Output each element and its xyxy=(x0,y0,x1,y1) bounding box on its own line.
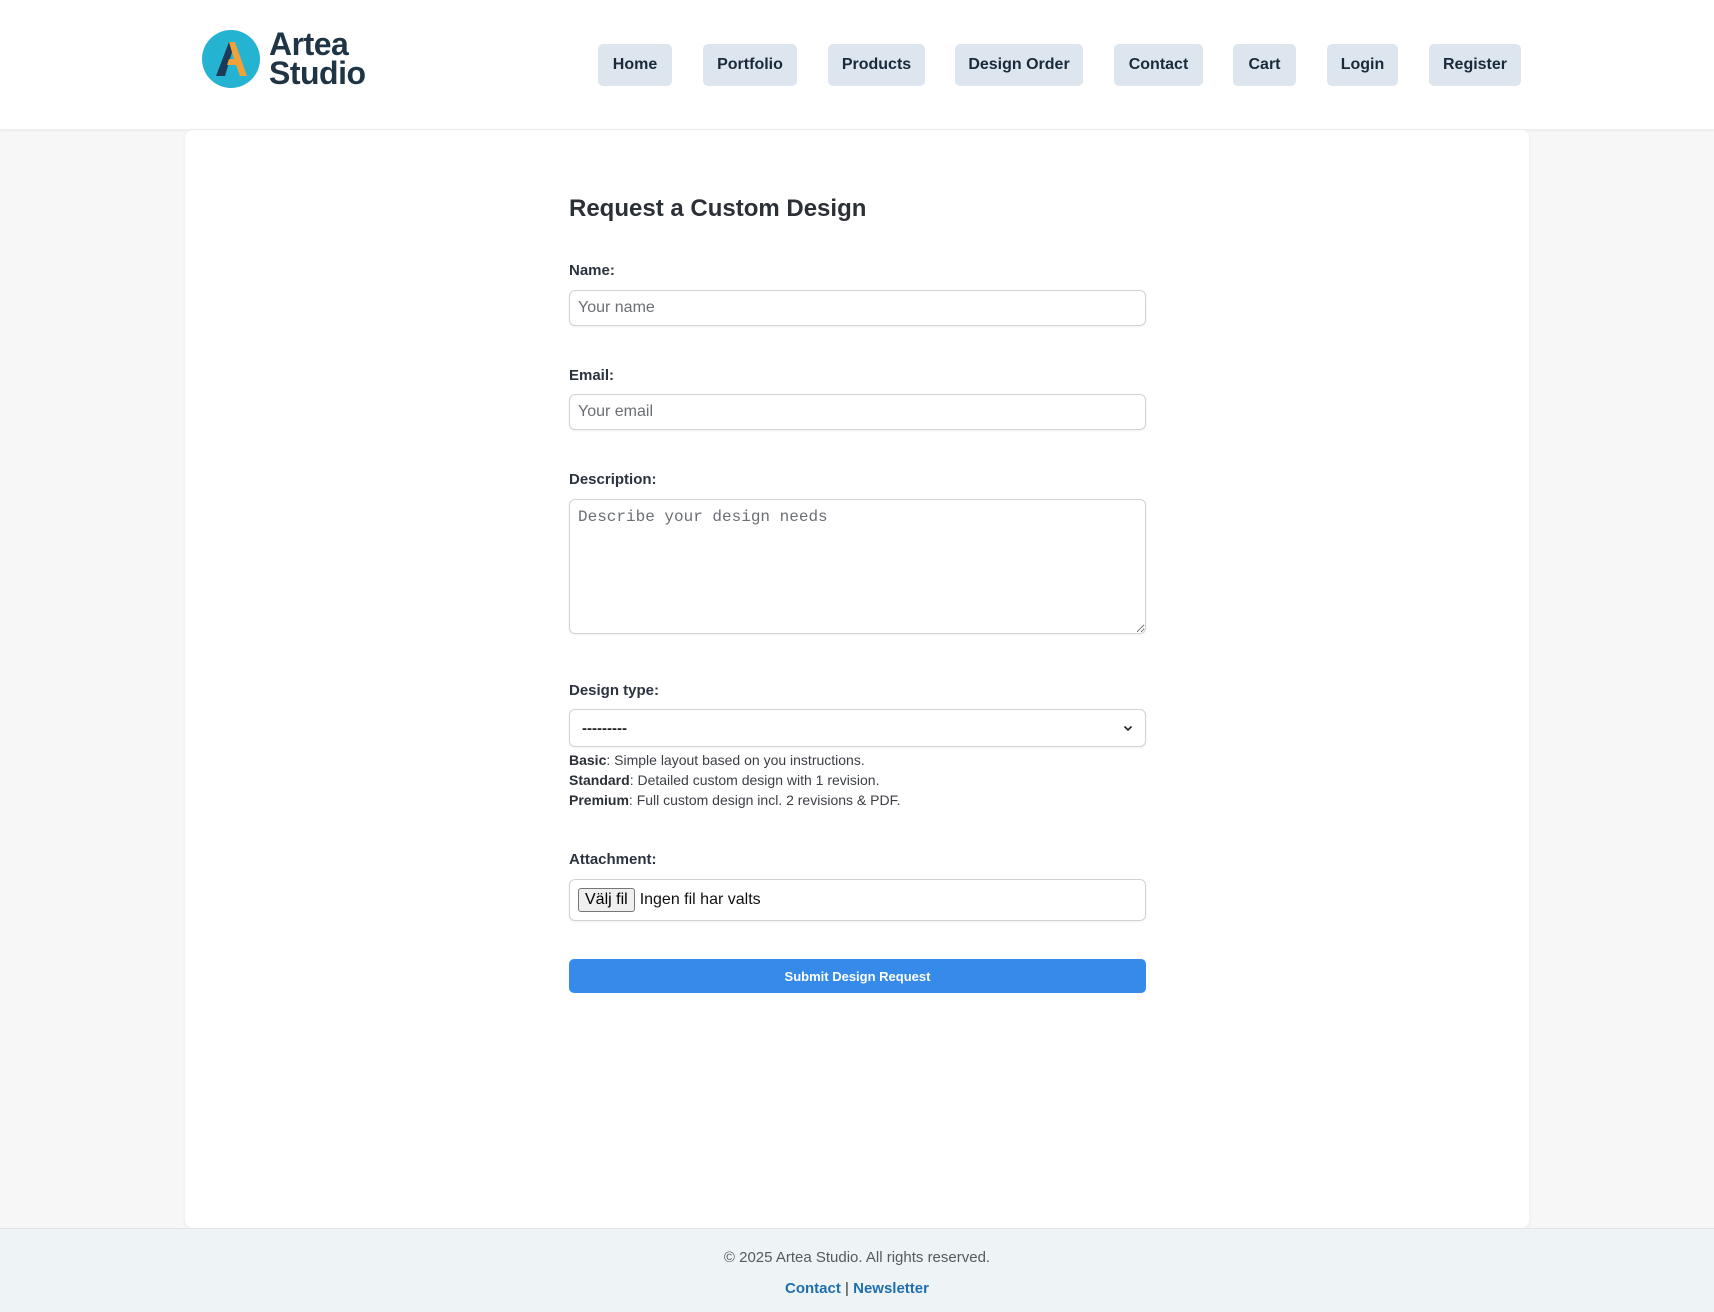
design-type-selected-value: --------- xyxy=(582,719,627,737)
design-type-help: Basic: Simple layout based on you instru… xyxy=(569,750,900,810)
nav-contact[interactable]: Contact xyxy=(1114,44,1203,86)
nav-products[interactable]: Products xyxy=(828,44,925,86)
submit-design-request-button[interactable]: Submit Design Request xyxy=(569,959,1146,993)
footer-links: Contact | Newsletter xyxy=(0,1280,1714,1297)
footer-separator: | xyxy=(845,1280,849,1297)
chevron-down-icon xyxy=(1123,725,1133,732)
help-standard-text: : Detailed custom design with 1 revision… xyxy=(629,772,880,788)
help-basic: Basic: Simple layout based on you instru… xyxy=(569,750,900,770)
nav-home[interactable]: Home xyxy=(598,44,672,86)
help-standard-name: Standard xyxy=(569,772,630,788)
copyright-text: © 2025 Artea Studio. All rights reserved… xyxy=(723,1249,991,1266)
email-input[interactable] xyxy=(569,394,1146,430)
choose-file-button[interactable]: Välj fil xyxy=(578,888,635,912)
design-type-label: Design type: xyxy=(569,682,660,699)
help-basic-text: : Simple layout based on you instruction… xyxy=(606,752,865,768)
description-textarea[interactable] xyxy=(569,499,1146,634)
nav-design-order[interactable]: Design Order xyxy=(955,44,1083,86)
artea-logo-icon xyxy=(202,30,260,88)
help-premium: Premium: Full custom design incl. 2 revi… xyxy=(569,790,900,810)
nav-register[interactable]: Register xyxy=(1429,44,1521,86)
name-label: Name: xyxy=(569,262,615,279)
brand-name: Artea Studio xyxy=(269,28,366,91)
site-footer: © 2025 Artea Studio. All rights reserved… xyxy=(0,1228,1714,1312)
name-input[interactable] xyxy=(569,290,1146,326)
brand-name-line2: Studio xyxy=(269,55,366,91)
nav-portfolio[interactable]: Portfolio xyxy=(703,44,797,86)
help-basic-name: Basic xyxy=(569,752,607,768)
site-header: Artea Studio Home Portfolio Products Des… xyxy=(0,0,1714,130)
email-label: Email: xyxy=(569,367,615,384)
description-label: Description: xyxy=(569,471,657,488)
nav-login[interactable]: Login xyxy=(1327,44,1398,86)
footer-link-contact[interactable]: Contact xyxy=(785,1280,841,1297)
help-standard: Standard: Detailed custom design with 1 … xyxy=(569,770,900,790)
design-type-select[interactable]: --------- xyxy=(569,709,1146,747)
brand-logo[interactable]: Artea Studio xyxy=(202,28,382,90)
attachment-label: Attachment: xyxy=(569,851,657,868)
file-status: Ingen fil har valts xyxy=(639,891,761,908)
help-premium-text: : Full custom design incl. 2 revisions &… xyxy=(628,792,901,808)
footer-link-newsletter[interactable]: Newsletter xyxy=(853,1280,929,1297)
attachment-file-input: Välj fil Ingen fil har valts xyxy=(569,879,1146,921)
main-content-card: Request a Custom Design Name: Email: Des… xyxy=(185,130,1529,1228)
nav-cart[interactable]: Cart xyxy=(1233,44,1296,86)
help-premium-name: Premium xyxy=(569,792,629,808)
page-title: Request a Custom Design xyxy=(569,195,867,222)
